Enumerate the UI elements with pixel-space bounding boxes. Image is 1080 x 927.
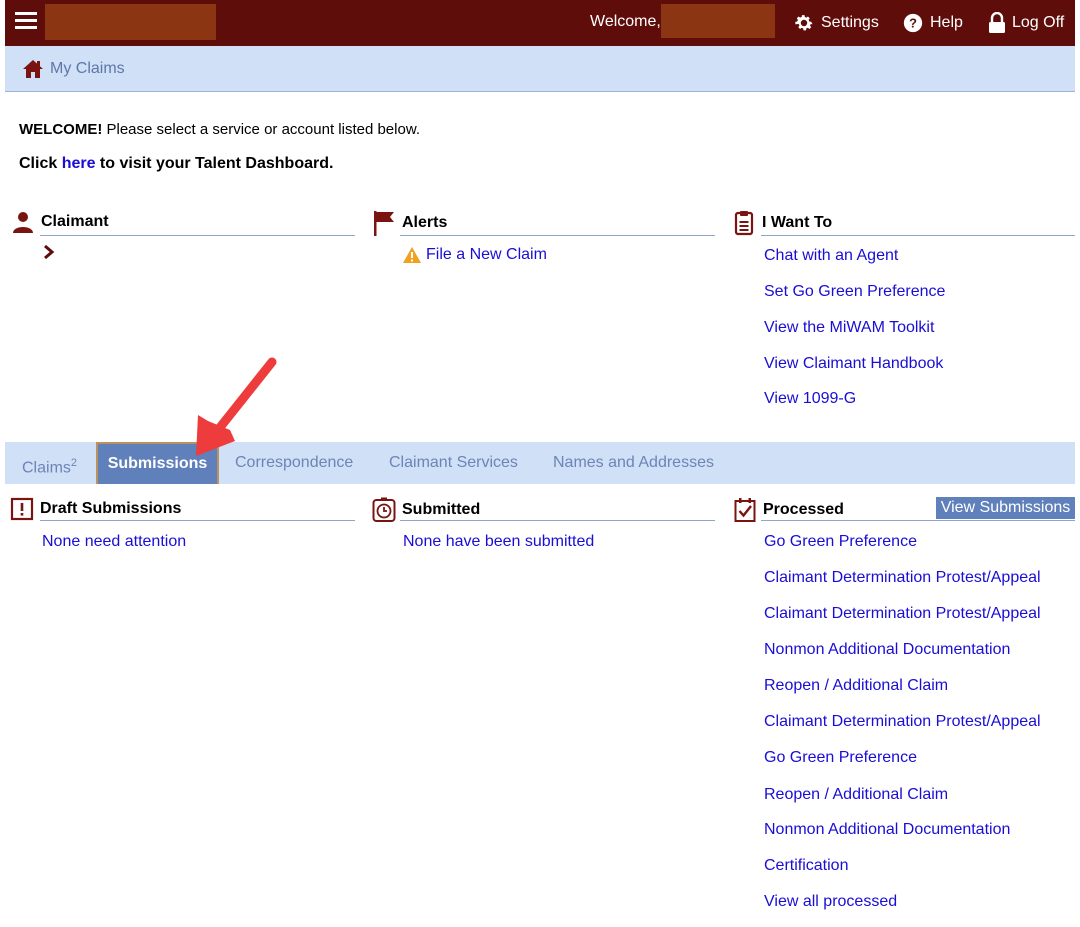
- view-submissions-button[interactable]: View Submissions: [936, 497, 1075, 519]
- exclamation-icon: [10, 497, 34, 521]
- here-link[interactable]: here: [62, 155, 96, 172]
- handbook-link[interactable]: View Claimant Handbook: [764, 355, 943, 373]
- chevron-right-icon[interactable]: [43, 244, 55, 260]
- processed-item[interactable]: Go Green Preference: [764, 749, 917, 767]
- tab-names-addresses[interactable]: Names and Addresses: [553, 442, 714, 484]
- app-frame: Welcome, Settings ? Help Log Off My Clai…: [5, 0, 1075, 927]
- logoff-label: Log Off: [1012, 14, 1065, 31]
- welcome-bold: WELCOME!: [19, 121, 103, 138]
- processed-rule: [761, 520, 1075, 521]
- breadcrumb-my-claims[interactable]: My Claims: [50, 60, 125, 78]
- timer-icon: [372, 497, 396, 522]
- i-want-to-rule: [761, 235, 1075, 236]
- claimant-title: Claimant: [41, 213, 109, 230]
- gear-icon: [795, 15, 813, 31]
- svg-text:?: ?: [909, 16, 917, 31]
- claimant-rule: [40, 235, 355, 236]
- processed-item[interactable]: Go Green Preference: [764, 533, 917, 551]
- processed-item[interactable]: Certification: [764, 857, 848, 875]
- checkbox-calendar-icon: [734, 498, 756, 522]
- processed-item[interactable]: Nonmon Additional Documentation: [764, 641, 1010, 659]
- tab-claims[interactable]: Claims2: [22, 442, 77, 484]
- flag-icon: [374, 211, 394, 236]
- toolkit-link[interactable]: View the MiWAM Toolkit: [764, 319, 934, 337]
- tab-claims-count: 2: [70, 457, 78, 469]
- redacted-username: [661, 4, 775, 38]
- processed-item[interactable]: Claimant Determination Protest/Appeal: [764, 713, 1041, 731]
- menu-icon[interactable]: [15, 12, 37, 34]
- processed-title: Processed: [763, 501, 844, 518]
- dashboard-text: to visit your Talent Dashboard.: [95, 155, 334, 172]
- top-bar: Welcome, Settings ? Help Log Off: [5, 0, 1075, 46]
- claimant-header: Claimant: [11, 210, 109, 234]
- processed-item[interactable]: Reopen / Additional Claim: [764, 786, 948, 804]
- click-text: Click: [19, 155, 62, 172]
- processed-item[interactable]: Reopen / Additional Claim: [764, 677, 948, 695]
- processed-item[interactable]: Nonmon Additional Documentation: [764, 821, 1010, 839]
- settings-label: Settings: [821, 14, 879, 31]
- tab-strip: Claims2 Submissions Correspondence Claim…: [5, 442, 1075, 484]
- help-label: Help: [930, 14, 963, 31]
- settings-link[interactable]: Settings: [793, 12, 879, 34]
- breadcrumb: My Claims: [5, 46, 1075, 92]
- submitted-none-link[interactable]: None have been submitted: [403, 533, 594, 551]
- i-want-to-title: I Want To: [762, 214, 833, 231]
- submitted-rule: [400, 520, 715, 521]
- processed-item[interactable]: Claimant Determination Protest/Appeal: [764, 569, 1041, 587]
- i-want-to-header: I Want To: [734, 210, 832, 236]
- tab-claims-label: Claims: [22, 459, 71, 477]
- draft-header: Draft Submissions: [10, 497, 181, 521]
- alerts-header: Alerts: [372, 210, 447, 236]
- alerts-rule: [400, 235, 715, 236]
- tab-submissions[interactable]: Submissions: [96, 442, 219, 484]
- redacted-brand: [45, 4, 216, 40]
- help-link[interactable]: ? Help: [902, 12, 963, 34]
- help-icon: ?: [903, 13, 923, 33]
- draft-rule: [40, 520, 355, 521]
- view-all-processed-link[interactable]: View all processed: [764, 893, 897, 911]
- alerts-title: Alerts: [402, 214, 448, 231]
- draft-title: Draft Submissions: [40, 500, 182, 517]
- welcome-message: WELCOME! Please select a service or acco…: [19, 121, 420, 138]
- logoff-link[interactable]: Log Off: [988, 12, 1064, 34]
- file-new-claim-link[interactable]: File a New Claim: [402, 246, 547, 264]
- tab-correspondence[interactable]: Correspondence: [235, 442, 353, 484]
- dashboard-message: Click here to visit your Talent Dashboar…: [19, 155, 333, 173]
- home-icon[interactable]: [22, 59, 44, 79]
- draft-none-link[interactable]: None need attention: [42, 533, 186, 551]
- tab-claimant-services[interactable]: Claimant Services: [389, 442, 518, 484]
- person-icon: [13, 212, 33, 233]
- processed-item[interactable]: Claimant Determination Protest/Appeal: [764, 605, 1041, 623]
- go-green-link[interactable]: Set Go Green Preference: [764, 283, 945, 301]
- warning-icon: [403, 247, 421, 263]
- clipboard-icon: [734, 211, 754, 236]
- 1099g-link[interactable]: View 1099-G: [764, 390, 856, 408]
- submitted-title: Submitted: [402, 501, 481, 518]
- lock-icon: [989, 12, 1005, 33]
- chat-agent-link[interactable]: Chat with an Agent: [764, 247, 898, 265]
- welcome-rest: Please select a service or account liste…: [102, 121, 420, 138]
- file-new-claim-label: File a New Claim: [426, 246, 547, 263]
- welcome-text: Welcome,: [590, 13, 661, 30]
